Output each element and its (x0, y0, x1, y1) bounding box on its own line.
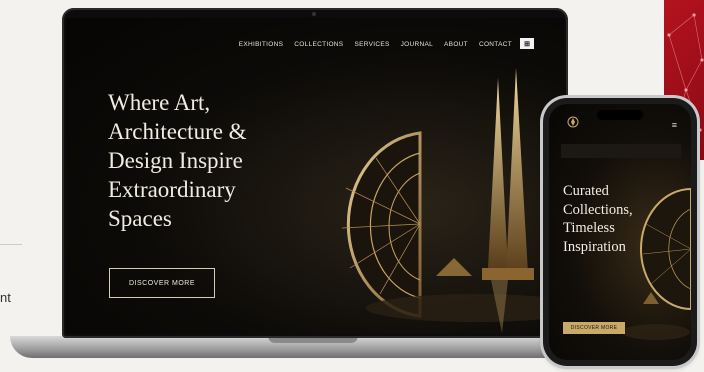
phone: ≡ Curated Collections, Timeless Inspirat… (543, 98, 697, 366)
nav-item-contact[interactable]: CONTACT (479, 41, 512, 48)
nav-item-exhibitions[interactable]: EXHIBITIONS (239, 41, 283, 48)
nav-item-about[interactable]: ABOUT (444, 41, 468, 48)
phone-screen: ≡ Curated Collections, Timeless Inspirat… (549, 104, 691, 360)
hero-artwork-image (341, 68, 564, 333)
laptop: EXHIBITIONS COLLECTIONS SERVICES JOURNAL… (62, 8, 568, 338)
phone-brand-logo-icon[interactable] (563, 114, 583, 132)
main-nav: EXHIBITIONS COLLECTIONS SERVICES JOURNAL… (239, 41, 512, 48)
phone-dynamic-island (597, 110, 643, 120)
brand-logo-icon[interactable]: ⊞ (520, 38, 534, 49)
phone-tagline-banner (561, 144, 681, 158)
hamburger-menu-icon[interactable]: ≡ (672, 120, 677, 130)
hero-title-line: Architecture & (108, 119, 247, 144)
phone-discover-more-button[interactable]: DISCOVER MORE (563, 322, 625, 334)
background-partial-text: nt (0, 290, 11, 305)
discover-more-button[interactable]: DISCOVER MORE (109, 268, 215, 298)
hero-title: Where Art, Architecture & Design Inspire… (108, 88, 278, 233)
hero-title-line: Spaces (108, 206, 172, 231)
hero-title-line: Design Inspire (108, 148, 243, 173)
hero-title-line: Extraordinary (108, 177, 236, 202)
hero-title-line: Where Art, (108, 90, 211, 115)
background-divider (0, 244, 22, 245)
nav-item-collections[interactable]: COLLECTIONS (294, 41, 343, 48)
laptop-screen: EXHIBITIONS COLLECTIONS SERVICES JOURNAL… (66, 18, 564, 334)
nav-item-services[interactable]: SERVICES (354, 41, 389, 48)
phone-hero-artwork-image (622, 187, 691, 340)
laptop-camera (312, 12, 316, 16)
nav-item-journal[interactable]: JOURNAL (401, 41, 433, 48)
